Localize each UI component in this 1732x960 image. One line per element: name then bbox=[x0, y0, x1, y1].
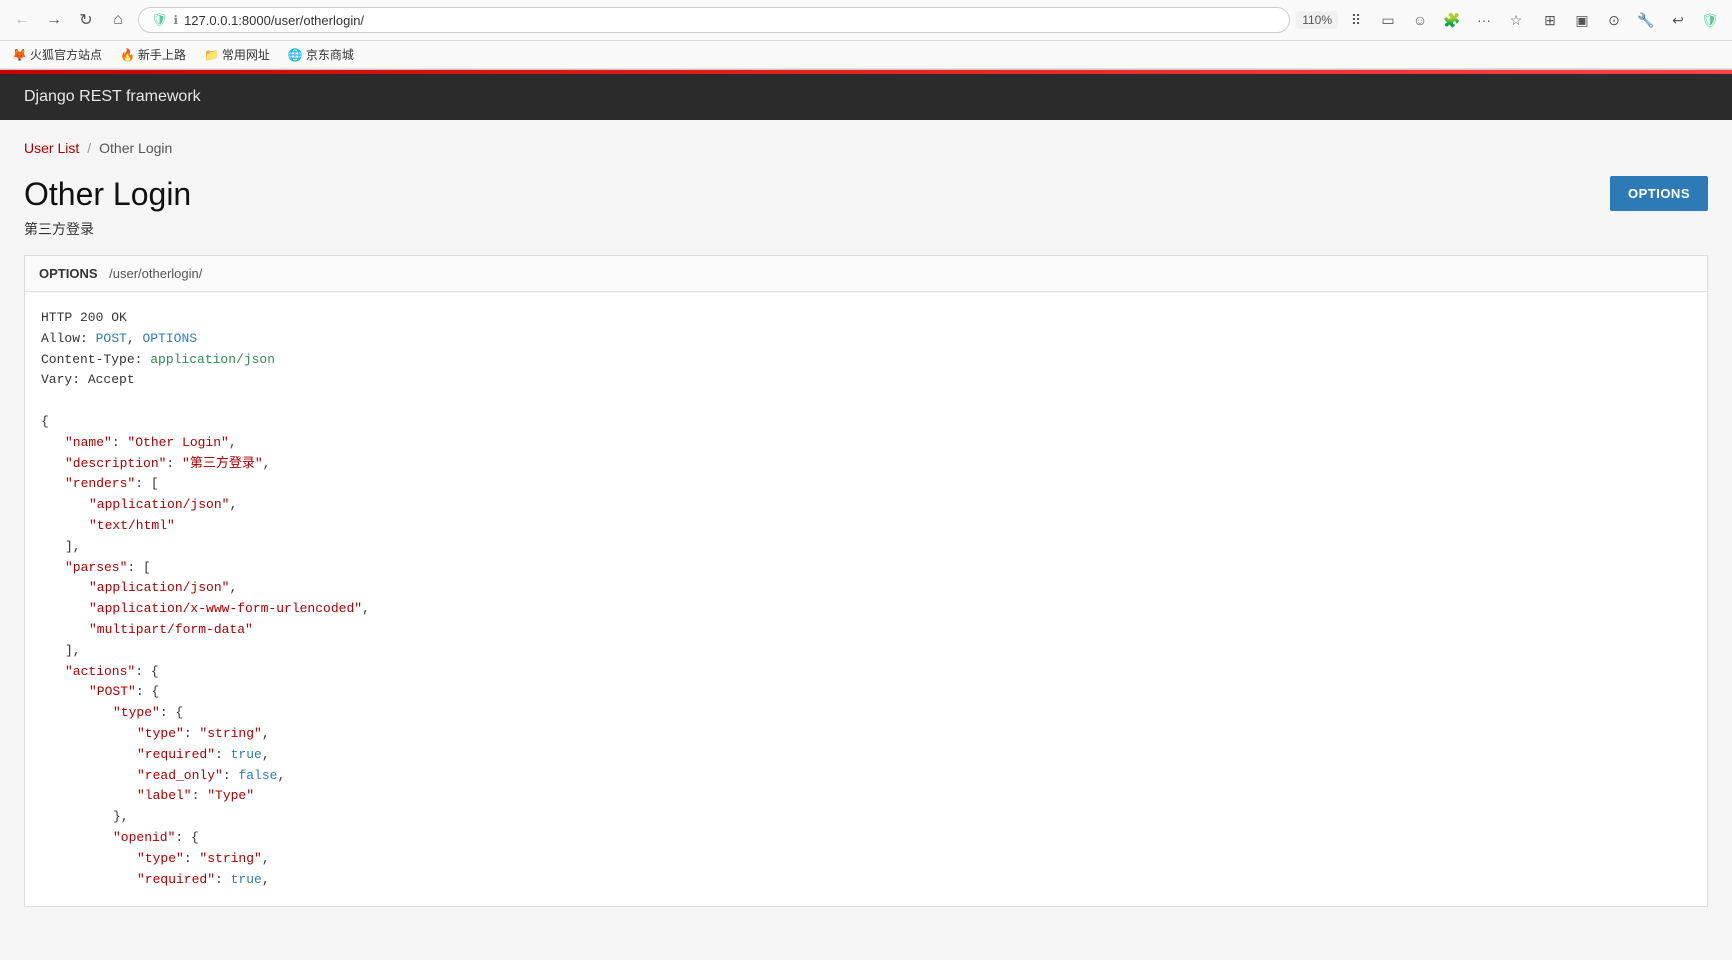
newuser-icon: 🔥 bbox=[120, 48, 135, 62]
addon-button[interactable]: 🔧 bbox=[1632, 6, 1660, 34]
options-button[interactable]: OPTIONS bbox=[1610, 176, 1708, 211]
nav-buttons: ← → ↻ ⌂ bbox=[8, 6, 132, 34]
security-icon: 🛡 bbox=[151, 12, 168, 28]
common-label: 常用网址 bbox=[222, 46, 270, 63]
vary-name: Vary: bbox=[41, 372, 88, 387]
response-url-bar: OPTIONS /user/otherlogin/ bbox=[25, 256, 1707, 292]
bookmark-foxsite[interactable]: 🦊 火狐官方站点 bbox=[8, 44, 106, 65]
breadcrumb: User List / Other Login bbox=[24, 140, 1708, 156]
allow-header-options: OPTIONS bbox=[142, 331, 197, 346]
back-button[interactable]: ← bbox=[8, 6, 36, 34]
json-parses-2: "multipart/form-data" bbox=[41, 620, 1691, 641]
drf-title: Django REST framework bbox=[24, 88, 201, 105]
info-icon: ℹ bbox=[174, 13, 179, 27]
newuser-label: 新手上路 bbox=[138, 46, 186, 63]
bookmark-jd[interactable]: 🌐 京东商城 bbox=[284, 44, 358, 65]
home-button[interactable]: ⌂ bbox=[104, 6, 132, 34]
vary-header: Vary: Accept bbox=[41, 370, 1691, 391]
json-description: "description": "第三方登录", bbox=[41, 454, 1691, 475]
json-open: { bbox=[41, 412, 1691, 433]
json-openid-required: "required": true, bbox=[41, 870, 1691, 891]
jd-label: 京东商城 bbox=[306, 46, 354, 63]
screenshot-button[interactable]: ▣ bbox=[1568, 6, 1596, 34]
response-body: HTTP 200 OK Allow: POST, OPTIONS Content… bbox=[25, 292, 1707, 906]
drf-header: Django REST framework bbox=[0, 74, 1732, 120]
breadcrumb-current: Other Login bbox=[99, 140, 172, 156]
json-name: "name": "Other Login", bbox=[41, 433, 1691, 454]
response-path: /user/otherlogin/ bbox=[109, 266, 202, 281]
json-renders-1: "text/html" bbox=[41, 516, 1691, 537]
right-actions: ⊞ ▣ ⊙ 🔧 ↩ 🛡 bbox=[1536, 6, 1724, 34]
content-type-name: Content-Type: bbox=[41, 352, 150, 367]
page-subtitle: 第三方登录 bbox=[24, 219, 191, 239]
json-parses-1: "application/x-www-form-urlencoded", bbox=[41, 599, 1691, 620]
vary-value: Accept bbox=[88, 372, 135, 387]
browser-toolbar: ← → ↻ ⌂ 🛡 ℹ 110% ⠿ ▭ ☺ 🧩 ··· ☆ ⊞ ▣ ⊙ 🔧 ↩… bbox=[0, 0, 1732, 41]
browser-actions: 110% ⠿ ▭ ☺ 🧩 ··· ☆ bbox=[1296, 6, 1530, 34]
json-type-label: "label": "Type" bbox=[41, 786, 1691, 807]
user-account-button[interactable]: ☺ bbox=[1406, 6, 1434, 34]
json-renders-0: "application/json", bbox=[41, 495, 1691, 516]
bookmark-newuser[interactable]: 🔥 新手上路 bbox=[116, 44, 190, 65]
zoom-indicator: 110% bbox=[1296, 11, 1338, 29]
json-type-close: }, bbox=[41, 807, 1691, 828]
jd-icon: 🌐 bbox=[288, 48, 303, 62]
allow-header: Allow: POST, OPTIONS bbox=[41, 329, 1691, 350]
json-renders-close: ], bbox=[41, 537, 1691, 558]
profile-button[interactable]: ⊙ bbox=[1600, 6, 1628, 34]
allow-header-name: Allow: bbox=[41, 331, 96, 346]
json-type-type: "type": "string", bbox=[41, 724, 1691, 745]
foxsite-icon: 🦊 bbox=[12, 48, 27, 62]
json-parses-close: ], bbox=[41, 641, 1691, 662]
forward-button[interactable]: → bbox=[40, 6, 68, 34]
extensions-icon-button[interactable]: 🧩 bbox=[1438, 6, 1466, 34]
common-icon: 📁 bbox=[204, 48, 219, 62]
breadcrumb-link-userlist[interactable]: User List bbox=[24, 140, 79, 156]
json-type-open: "type": { bbox=[41, 703, 1691, 724]
content-type-header: Content-Type: application/json bbox=[41, 350, 1691, 371]
json-renders-open: "renders": [ bbox=[41, 474, 1691, 495]
json-type-required: "required": true, bbox=[41, 745, 1691, 766]
content-type-value: application/json bbox=[150, 352, 275, 367]
allow-header-value: POST bbox=[96, 331, 127, 346]
menu-button[interactable]: ··· bbox=[1470, 6, 1498, 34]
address-input[interactable] bbox=[184, 13, 1277, 28]
response-panel: OPTIONS /user/otherlogin/ HTTP 200 OK Al… bbox=[24, 255, 1708, 907]
page-content: User List / Other Login Other Login 第三方登… bbox=[0, 120, 1732, 927]
response-method: OPTIONS bbox=[39, 266, 98, 281]
json-openid-open: "openid": { bbox=[41, 828, 1691, 849]
http-status-line: HTTP 200 OK bbox=[41, 308, 1691, 329]
json-parses-open: "parses": [ bbox=[41, 558, 1691, 579]
foxsite-label: 火狐官方站点 bbox=[30, 46, 102, 63]
json-actions-open: "actions": { bbox=[41, 662, 1691, 683]
extensions-button[interactable]: ⠿ bbox=[1342, 6, 1370, 34]
bookmark-common[interactable]: 📁 常用网址 bbox=[200, 44, 274, 65]
empty-line-1 bbox=[41, 391, 1691, 412]
bookmark-button[interactable]: ☆ bbox=[1502, 6, 1530, 34]
page-title: Other Login bbox=[24, 176, 191, 213]
page-title-block: Other Login 第三方登录 bbox=[24, 176, 191, 239]
address-bar-container: 🛡 ℹ bbox=[138, 7, 1290, 33]
json-type-readonly: "read_only": false, bbox=[41, 766, 1691, 787]
browser-chrome: ← → ↻ ⌂ 🛡 ℹ 110% ⠿ ▭ ☺ 🧩 ··· ☆ ⊞ ▣ ⊙ 🔧 ↩… bbox=[0, 0, 1732, 70]
page-header: Other Login 第三方登录 OPTIONS bbox=[24, 176, 1708, 239]
json-parses-0: "application/json", bbox=[41, 578, 1691, 599]
bookmarks-bar: 🦊 火狐官方站点 🔥 新手上路 📁 常用网址 🌐 京东商城 bbox=[0, 41, 1732, 69]
reader-mode-button[interactable]: ▭ bbox=[1374, 6, 1402, 34]
breadcrumb-separator: / bbox=[87, 140, 91, 156]
shield-button[interactable]: 🛡 bbox=[1696, 6, 1724, 34]
back-arrow-button[interactable]: ↩ bbox=[1664, 6, 1692, 34]
reload-button[interactable]: ↻ bbox=[72, 6, 100, 34]
json-post-open: "POST": { bbox=[41, 682, 1691, 703]
json-openid-type: "type": "string", bbox=[41, 849, 1691, 870]
sidebar-button[interactable]: ⊞ bbox=[1536, 6, 1564, 34]
